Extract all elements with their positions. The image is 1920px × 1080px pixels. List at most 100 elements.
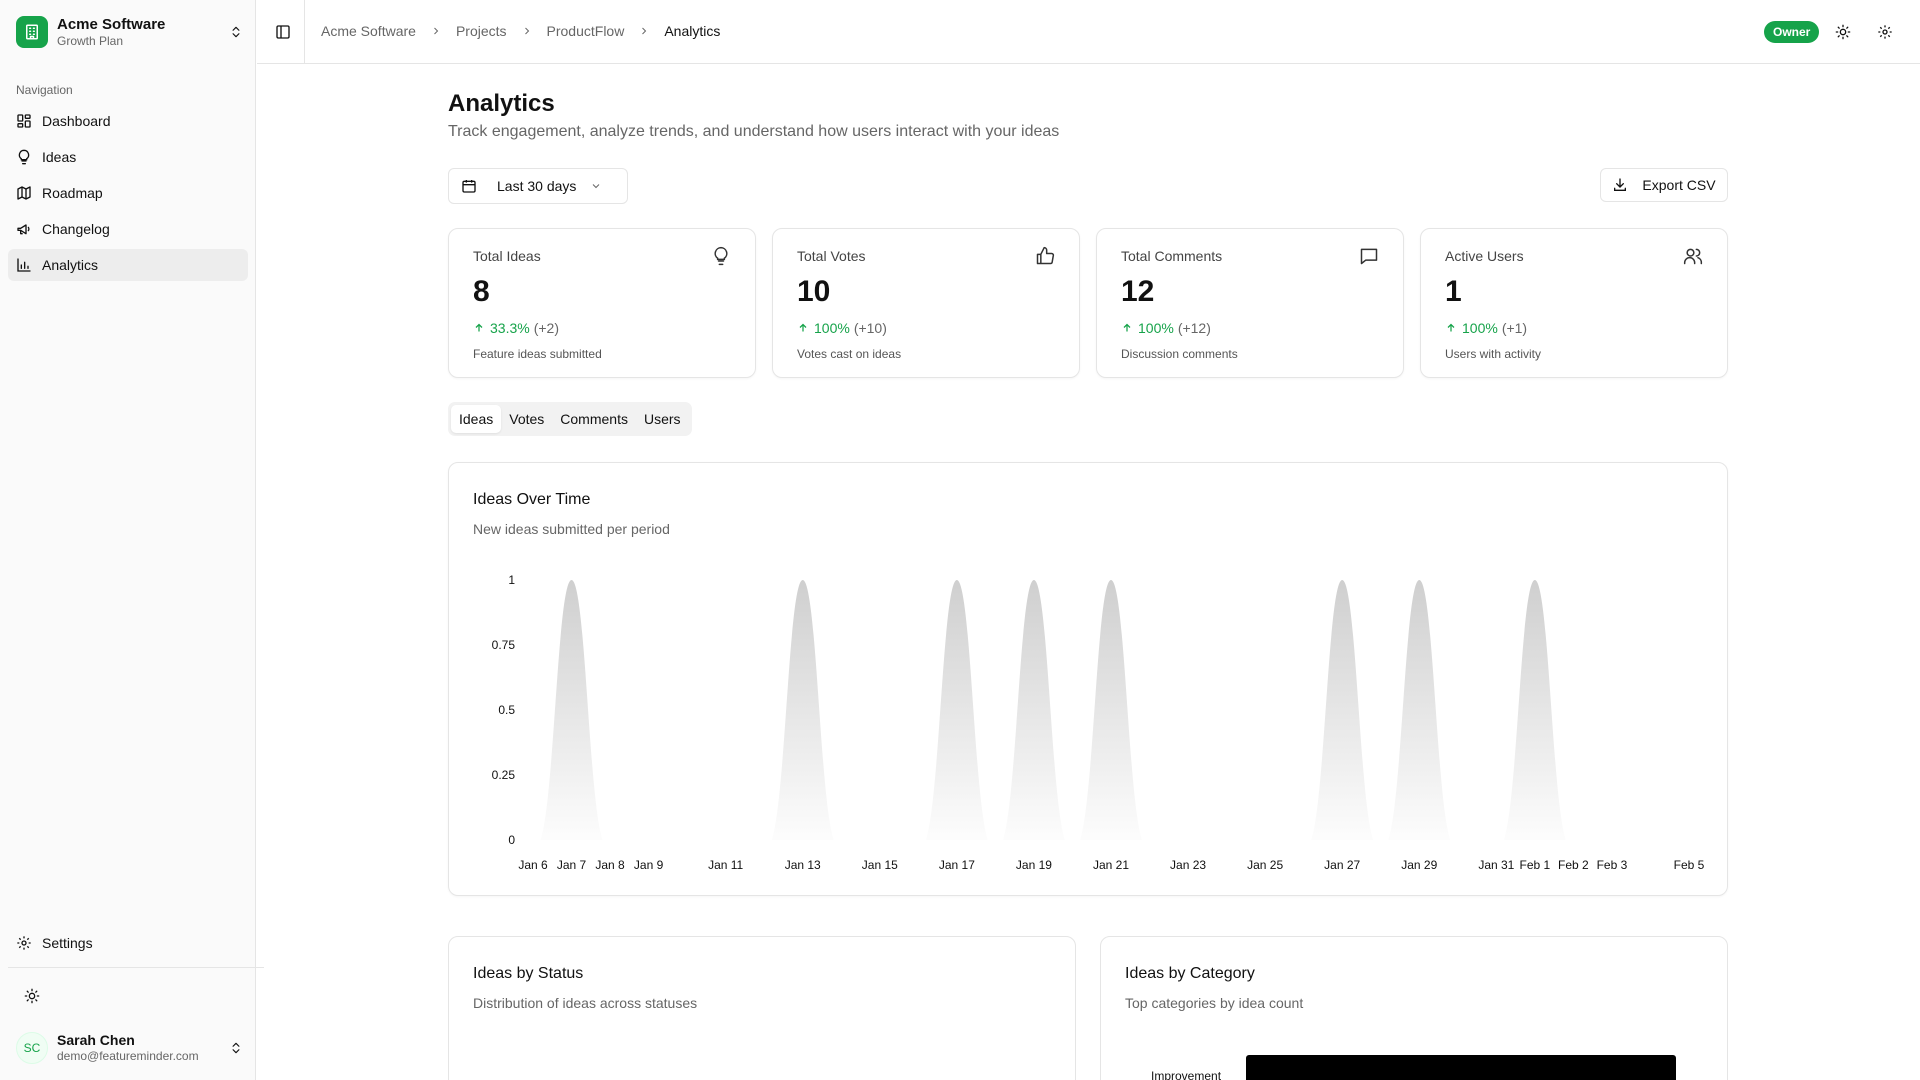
x-tick-label: Jan 19 [1016,858,1052,872]
ideas-over-time-card: 0 0.25 0.5 0.75 1 Jan 6 Jan 7 Jan 8 Jan 9 Jan 11 J… [448,462,1728,896]
sidebar-item-changelog[interactable]: Changelog [8,213,248,245]
x-tick-label: Jan 31 [1478,858,1514,872]
thumbs-up-icon [1036,246,1055,265]
area-peak[interactable] [1503,580,1566,840]
stat-change: 100% (+1) [1445,320,1527,336]
stat-description: Discussion comments [1121,347,1238,361]
area-peak[interactable] [925,580,988,840]
avatar: SC [16,1032,48,1064]
x-tick-label: Jan 6 [518,858,548,872]
org-name: Acme Software [57,15,166,33]
sidebar-item-dashboard[interactable]: Dashboard [8,105,248,137]
area-peak[interactable] [1080,580,1142,840]
x-tick-label: Jan 29 [1401,858,1437,872]
y-tick-label: 0 [508,833,515,847]
stat-title: Total Ideas [473,248,541,264]
card-title: Ideas by Status [473,965,584,982]
download-icon [1614,178,1627,191]
sun-icon[interactable] [24,988,40,1004]
chevron-right-icon [430,25,442,37]
breadcrumb-item[interactable]: Acme Software [321,23,416,39]
x-tick-label: Feb 2 [1558,858,1589,872]
card-subtitle: Top categories by idea count [1125,995,1304,1011]
stat-card-total-comments: Total Comments 12 100% (+12) Discussion … [1096,228,1404,378]
area-peak[interactable] [771,580,834,840]
tab-ideas[interactable]: Ideas [451,405,502,433]
y-tick-label: 0.75 [492,638,516,652]
users-icon [1683,248,1703,265]
area-peak[interactable] [1388,580,1451,840]
tab-users[interactable]: Users [636,405,689,433]
org-plan: Growth Plan [57,33,124,48]
sidebar-item-label: Roadmap [42,185,103,201]
y-tick-label: 0.25 [492,768,516,782]
stat-value: 12 [1121,275,1155,308]
user-menu[interactable]: SC Sarah Chen demo@featureminder.com [16,1031,244,1065]
sidebar: Acme Software Growth Plan Navigation Das… [0,0,264,1080]
chart-subtitle: New ideas submitted per period [473,521,670,537]
x-tick-label: Jan 23 [1170,858,1206,872]
sidebar-item-settings[interactable]: Settings [8,927,248,959]
tab-votes[interactable]: Votes [501,405,552,433]
org-switcher[interactable]: Acme Software Growth Plan [16,16,244,48]
sidebar-item-ideas[interactable]: Ideas [8,141,248,173]
stat-change-percent: 100% [1138,320,1174,336]
x-tick-label: Jan 21 [1093,858,1129,872]
bar-chart-icon [17,258,31,272]
sidebar-toggle-icon[interactable] [275,24,291,40]
ideas-by-category-card: Ideas by Category Top categories by idea… [1100,936,1728,1080]
stat-description: Votes cast on ideas [797,347,902,361]
gear-icon[interactable] [1876,23,1894,41]
role-badge: Owner [1764,21,1820,43]
x-tick-label: Feb 1 [1520,858,1551,872]
area-peak[interactable] [1311,580,1374,840]
x-tick-label: Jan 8 [595,858,625,872]
sidebar-item-analytics[interactable]: Analytics [8,249,248,281]
export-csv-button[interactable]: Export CSV [1600,168,1728,202]
sidebar-item-roadmap[interactable]: Roadmap [8,177,248,209]
stat-change-absolute: (+10) [853,320,887,336]
map-icon [17,186,31,200]
megaphone-icon [17,224,30,235]
stat-description: Users with activity [1445,347,1542,361]
breadcrumb-item[interactable]: Projects [456,23,507,39]
x-tick-label: Feb 5 [1674,858,1705,872]
lightbulb-icon [18,149,30,165]
x-tick-label: Feb 3 [1597,858,1628,872]
stat-change-absolute: (+12) [1177,320,1211,336]
stat-card-total-ideas: Total Ideas 8 33.3% (+2) Feature ideas s… [448,228,756,378]
x-tick-label: Jan 15 [862,858,898,872]
sidebar-item-label: Analytics [42,257,99,273]
category-bar [1246,1055,1676,1080]
stat-change: 100% (+10) [797,320,887,336]
sidebar-item-label: Changelog [42,221,110,237]
stat-title: Active Users [1445,248,1524,264]
date-range-select[interactable]: Last 30 days [448,168,628,204]
area-peak[interactable] [1002,580,1065,840]
y-tick-label: 1 [508,573,515,587]
header-divider [304,0,305,64]
stat-value: 10 [797,275,831,308]
stat-change-percent: 33.3% [490,320,530,336]
calendar-icon [462,180,476,193]
breadcrumb-item[interactable]: ProductFlow [547,23,625,39]
gear-icon [17,936,31,950]
area-peak[interactable] [540,580,603,840]
breadcrumb: Acme Software Projects ProductFlow Analy… [321,23,720,39]
stat-value: 8 [473,275,490,308]
chevron-right-icon [521,25,533,37]
card-subtitle: Distribution of ideas across statuses [473,995,698,1011]
chevron-down-icon [593,184,600,189]
x-tick-label: Jan 27 [1324,858,1360,872]
sun-icon[interactable] [1834,23,1852,41]
ideas-by-status-card: Ideas by Status Distribution of ideas ac… [448,936,1076,1080]
page-subtitle: Track engagement, analyze trends, and un… [448,123,1060,140]
x-tick-label: Jan 25 [1247,858,1283,872]
top-header: Acme Software Projects ProductFlow Analy… [257,0,1920,64]
user-email: demo@featureminder.com [57,1049,199,1063]
tab-comments[interactable]: Comments [552,405,636,433]
x-tick-label: Jan 9 [634,858,664,872]
x-tick-label: Jan 13 [785,858,821,872]
sidebar-item-label: Dashboard [42,113,111,129]
user-name: Sarah Chen [57,1032,135,1048]
